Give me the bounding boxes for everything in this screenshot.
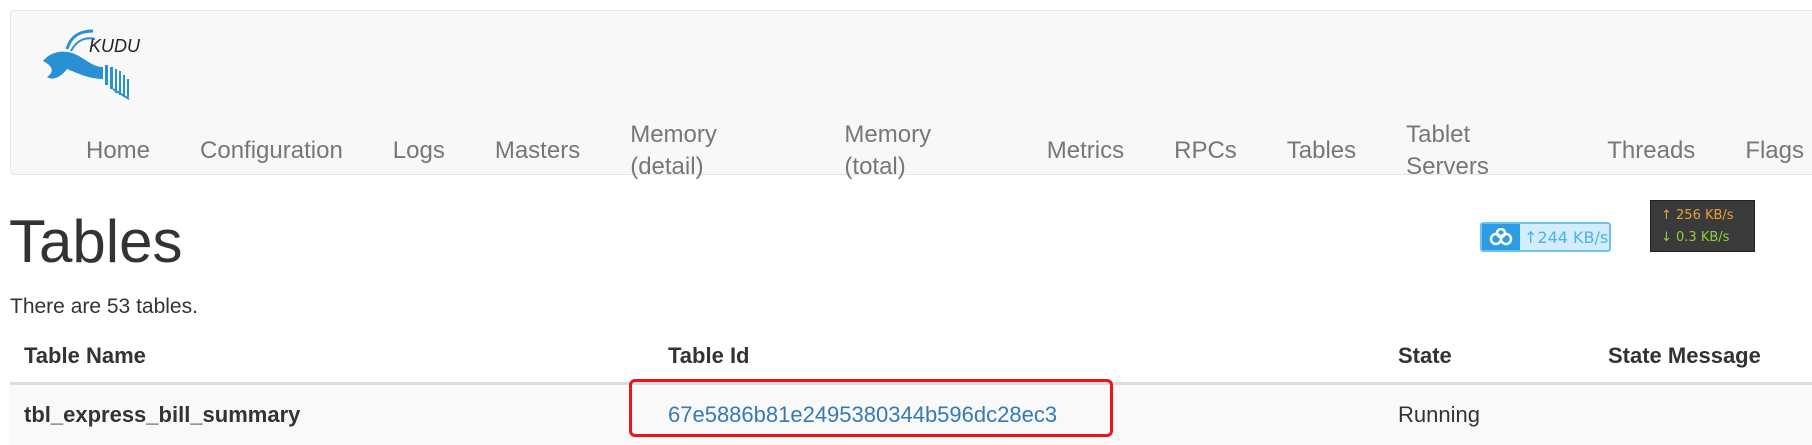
tables-count-summary: There are 53 tables. xyxy=(10,293,198,321)
table-row: tbl_express_bill_summary 67e5886b81e2495… xyxy=(10,384,1812,445)
header-state-message[interactable]: State Message xyxy=(1594,330,1812,384)
nav-item-threads[interactable]: Threads xyxy=(1582,135,1720,167)
header-state[interactable]: State xyxy=(1384,330,1594,384)
cell-state-message xyxy=(1594,384,1812,445)
tables-table: Table Name Table Id State State Message … xyxy=(10,330,1812,445)
nav-item-tablet-servers[interactable]: Tablet Servers xyxy=(1381,119,1582,183)
nav-item-logs[interactable]: Logs xyxy=(368,135,470,167)
nav-item-metrics[interactable]: Metrics xyxy=(1022,135,1149,167)
nav-item-memory-detail[interactable]: Memory (detail) xyxy=(605,119,819,183)
table-header-row: Table Name Table Id State State Message xyxy=(10,330,1812,384)
main-nav: Home Configuration Logs Masters Memory (… xyxy=(61,119,1812,183)
network-upload-widget[interactable]: ↑244 KB/s xyxy=(1480,222,1611,252)
kudu-logo-text: KUDU xyxy=(89,36,141,56)
nav-item-rpcs[interactable]: RPCs xyxy=(1149,135,1262,167)
network-speed-monitor[interactable]: ↑ 256 KB/s ↓ 0.3 KB/s xyxy=(1650,200,1755,252)
nav-item-tables[interactable]: Tables xyxy=(1262,135,1381,167)
nav-item-home[interactable]: Home xyxy=(61,135,175,167)
nav-item-masters[interactable]: Masters xyxy=(470,135,605,167)
download-speed: ↓ 0.3 KB/s xyxy=(1661,227,1744,249)
nav-item-memory-total[interactable]: Memory (total) xyxy=(819,119,1021,183)
upload-speed: ↑ 256 KB/s xyxy=(1661,205,1744,227)
cell-table-id: 67e5886b81e2495380344b596dc28ec3 xyxy=(654,384,1384,445)
nav-item-configuration[interactable]: Configuration xyxy=(175,135,368,167)
table-id-link[interactable]: 67e5886b81e2495380344b596dc28ec3 xyxy=(668,402,1057,427)
header-table-name[interactable]: Table Name xyxy=(10,330,654,384)
header-table-id[interactable]: Table Id xyxy=(654,330,1384,384)
cell-table-name: tbl_express_bill_summary xyxy=(10,384,654,445)
nav-item-flags[interactable]: Flags xyxy=(1720,135,1812,167)
cell-state: Running xyxy=(1384,384,1594,445)
kudu-logo[interactable]: KUDU xyxy=(37,21,147,101)
upload-rate-text: ↑244 KB/s xyxy=(1520,228,1608,247)
page-title: Tables xyxy=(9,206,182,278)
kudu-antelope-icon: KUDU xyxy=(37,21,147,101)
cloud-icon xyxy=(1482,224,1520,250)
top-navbar: KUDU Home Configuration Logs Masters Mem… xyxy=(10,10,1812,175)
